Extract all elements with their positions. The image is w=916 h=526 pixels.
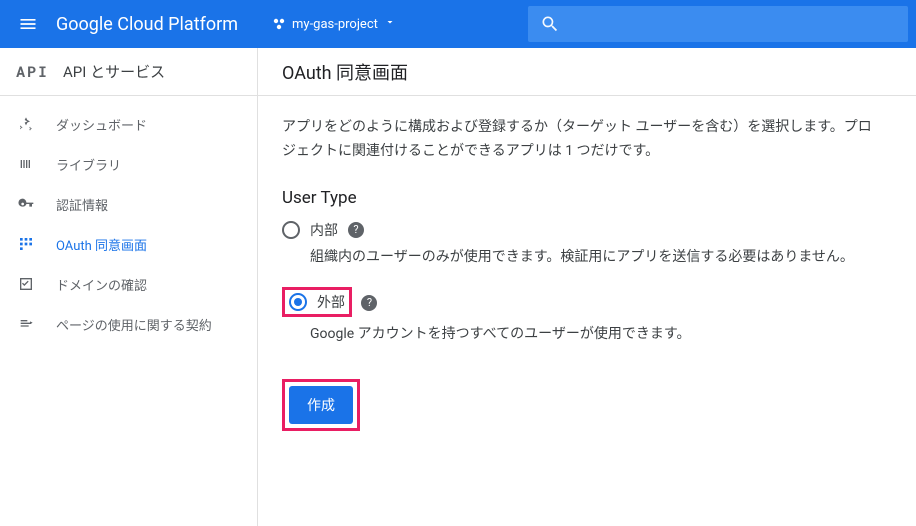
main-header: OAuth 同意画面 bbox=[258, 48, 916, 96]
intro-text: アプリをどのように構成および登録するか（ターゲット ユーザーを含む）を選択します… bbox=[282, 116, 874, 164]
sidebar-title: API とサービス bbox=[63, 61, 165, 82]
key-icon bbox=[16, 196, 36, 212]
sidebar-item-library[interactable]: ライブラリ bbox=[0, 144, 257, 184]
project-name: my-gas-project bbox=[292, 17, 378, 32]
sidebar-header: API API とサービス bbox=[0, 48, 257, 96]
create-button[interactable]: 作成 bbox=[289, 386, 353, 424]
consent-icon bbox=[16, 236, 36, 252]
sidebar-item-label: ページの使用に関する契約 bbox=[56, 315, 212, 334]
project-icon bbox=[272, 17, 286, 31]
menu-icon[interactable] bbox=[8, 4, 48, 44]
sidebar-item-oauth-consent[interactable]: OAuth 同意画面 bbox=[0, 224, 257, 264]
sidebar-nav: ダッシュボード ライブラリ 認証情報 OAuth 同意画面 ドメインの確認 ペー… bbox=[0, 96, 257, 344]
sidebar-item-dashboard[interactable]: ダッシュボード bbox=[0, 104, 257, 144]
external-highlight: 外部 bbox=[282, 287, 352, 317]
project-picker[interactable]: my-gas-project bbox=[262, 10, 406, 38]
check-icon bbox=[16, 276, 36, 292]
radio-internal[interactable] bbox=[282, 221, 300, 239]
agreement-icon bbox=[16, 316, 36, 332]
help-icon[interactable]: ? bbox=[348, 222, 364, 238]
sidebar-item-label: ライブラリ bbox=[56, 155, 121, 174]
search-input[interactable] bbox=[528, 6, 908, 42]
radio-external[interactable] bbox=[289, 293, 307, 311]
sidebar-item-label: 認証情報 bbox=[56, 195, 108, 214]
dashboard-icon bbox=[16, 116, 36, 132]
library-icon bbox=[16, 156, 36, 172]
radio-internal-row: 内部 ? bbox=[282, 220, 874, 240]
main-content: OAuth 同意画面 アプリをどのように構成および登録するか（ターゲット ユーザ… bbox=[258, 48, 916, 526]
sidebar-item-page-usage[interactable]: ページの使用に関する契約 bbox=[0, 304, 257, 344]
user-type-heading: User Type bbox=[282, 188, 874, 208]
sidebar-item-label: ダッシュボード bbox=[56, 115, 147, 134]
platform-logo[interactable]: Google Cloud Platform bbox=[56, 14, 238, 35]
external-description: Google アカウントを持つすべてのユーザーが使用できます。 bbox=[310, 323, 874, 347]
radio-external-label: 外部 bbox=[317, 292, 345, 312]
search-icon bbox=[540, 14, 560, 34]
help-icon[interactable]: ? bbox=[361, 295, 377, 311]
sidebar: API API とサービス ダッシュボード ライブラリ 認証情報 OAuth 同… bbox=[0, 48, 258, 526]
dropdown-icon bbox=[384, 16, 396, 32]
sidebar-item-credentials[interactable]: 認証情報 bbox=[0, 184, 257, 224]
page-title: OAuth 同意画面 bbox=[282, 59, 408, 85]
top-bar: Google Cloud Platform my-gas-project bbox=[0, 0, 916, 48]
create-highlight: 作成 bbox=[282, 379, 360, 431]
sidebar-item-label: ドメインの確認 bbox=[56, 275, 147, 294]
api-badge: API bbox=[16, 62, 49, 82]
sidebar-item-domain-verification[interactable]: ドメインの確認 bbox=[0, 264, 257, 304]
internal-description: 組織内のユーザーのみが使用できます。検証用にアプリを送信する必要はありません。 bbox=[310, 246, 874, 270]
radio-internal-label: 内部 bbox=[310, 220, 338, 240]
sidebar-item-label: OAuth 同意画面 bbox=[56, 235, 147, 254]
